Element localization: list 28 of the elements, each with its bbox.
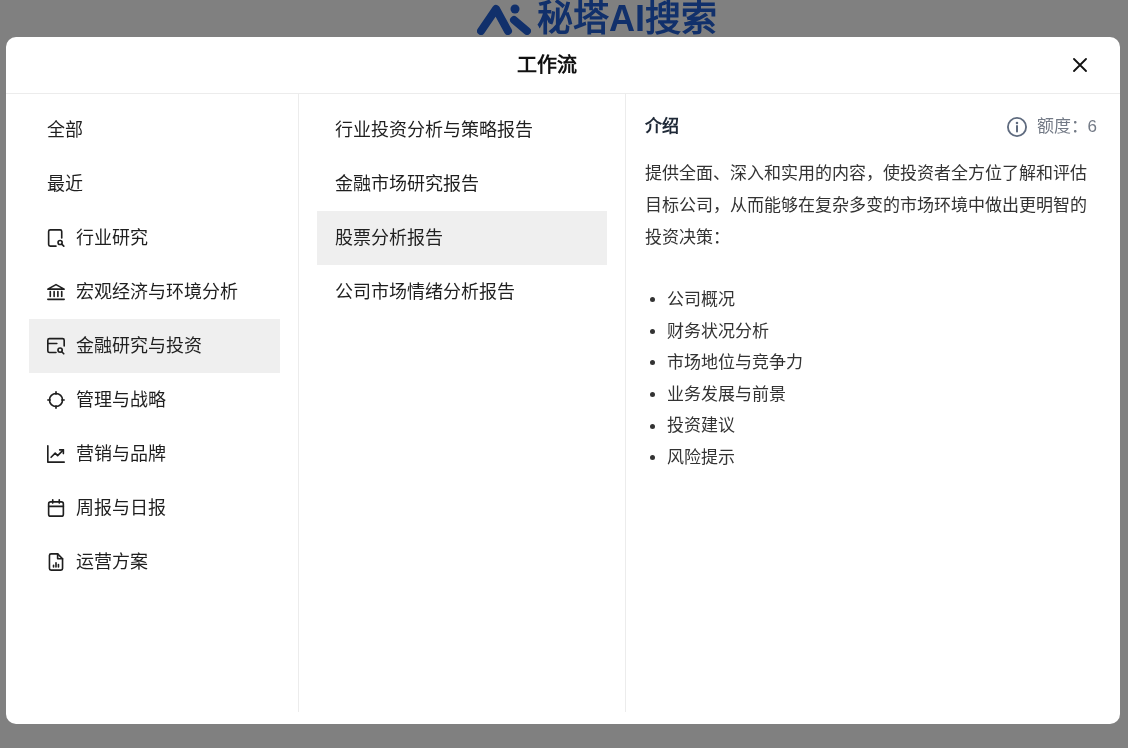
document-search-icon bbox=[47, 229, 65, 247]
list-item-text: 公司概况 bbox=[667, 289, 735, 312]
category-item[interactable]: 金融研究与投资 bbox=[29, 319, 280, 373]
bullet-icon bbox=[650, 297, 655, 303]
list-item-text: 风险提示 bbox=[667, 447, 735, 469]
calendar-icon bbox=[47, 499, 65, 517]
info-icon bbox=[1006, 117, 1027, 137]
list-item-text: 投资建议 bbox=[667, 415, 735, 438]
file-chart-icon bbox=[47, 553, 65, 571]
section-heading: 介绍 bbox=[645, 116, 679, 139]
list-item-text: 市场地位与竞争力 bbox=[667, 352, 803, 375]
bullet-icon bbox=[650, 392, 655, 398]
bullet-icon bbox=[650, 328, 655, 334]
quota-text: 额度：6 bbox=[1036, 116, 1097, 139]
dialog-title: 工作流 bbox=[517, 53, 577, 78]
close-icon bbox=[1073, 58, 1087, 72]
bullet-icon bbox=[650, 360, 655, 366]
bank-icon bbox=[47, 283, 65, 301]
workflow-item[interactable]: 股票分析报告 bbox=[317, 211, 607, 265]
description-text: 提供全面、深入和实用的内容，使投资者全方位了解和评估目标公司，从而能够在复杂多变的市场环境中做出更明智的投资决策： bbox=[645, 163, 1088, 249]
logo-icon bbox=[477, 2, 531, 35]
card-search-icon bbox=[47, 337, 65, 355]
bullet-icon bbox=[650, 455, 655, 461]
list-item-text: 财务状况分析 bbox=[667, 320, 769, 343]
crosshair-icon bbox=[47, 391, 65, 409]
bullet-icon bbox=[650, 423, 655, 429]
line-chart-icon bbox=[47, 445, 65, 463]
list-item-text: 业务发展与前景 bbox=[667, 383, 786, 406]
